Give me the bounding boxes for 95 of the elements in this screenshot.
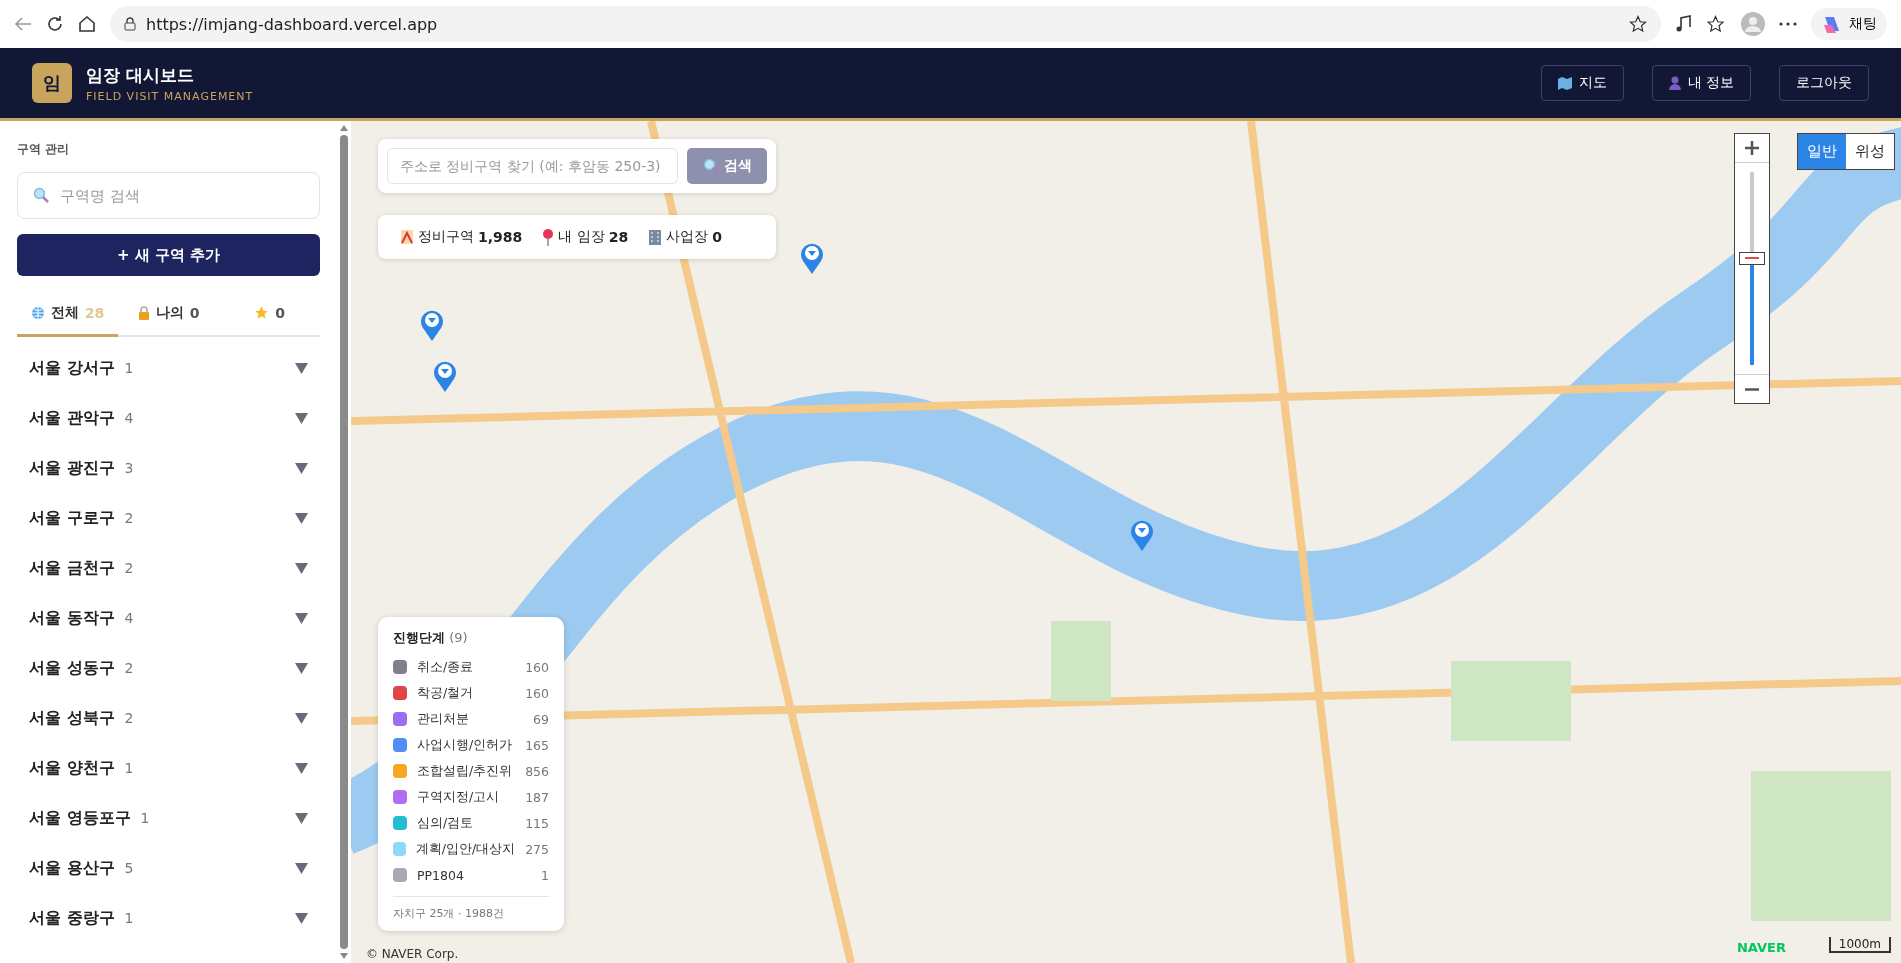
district-row[interactable]: 서울 양천구 1 xyxy=(17,743,320,793)
map-type-tab[interactable]: 일반 xyxy=(1798,134,1846,169)
legend-label: 관리처분 xyxy=(417,710,470,728)
legend-count: 275 xyxy=(525,841,549,857)
map-pin-icon[interactable] xyxy=(420,309,444,341)
legend-count: 1 xyxy=(541,867,549,883)
back-icon[interactable] xyxy=(14,16,32,32)
caret-icon xyxy=(295,612,308,624)
caret-icon xyxy=(295,912,308,924)
address-bar[interactable]: https://imjang-dashboard.vercel.app xyxy=(110,6,1661,42)
legend-title: 진행단계 (9) xyxy=(393,629,469,647)
caret-icon xyxy=(295,812,308,824)
legend-label: 계획/입안/대상지 xyxy=(415,840,516,858)
stat-label: 정비구역 1,988 xyxy=(400,228,523,246)
address-search-field[interactable]: 주소로 정비구역 찾기 (예: 후암동 250-3) xyxy=(387,148,678,184)
search-field[interactable]: 구역명 검색 xyxy=(17,172,320,219)
district-row[interactable]: 서울 성북구 2 xyxy=(17,693,320,743)
scroll-up-icon[interactable] xyxy=(340,125,348,131)
district-row[interactable]: 서울 구로구 2 xyxy=(17,493,320,543)
district-row[interactable]: 서울 영등포구 1 xyxy=(17,793,320,843)
pushpin-icon xyxy=(542,228,555,246)
zoom-handle[interactable] xyxy=(1739,251,1765,265)
caret-icon xyxy=(295,662,308,674)
building-icon xyxy=(648,229,663,245)
globe-icon xyxy=(30,305,45,320)
scroll-down-icon[interactable] xyxy=(340,953,348,959)
legend-count: 69 xyxy=(533,711,549,727)
header-button[interactable]: 로그아웃 xyxy=(1779,65,1869,101)
district-row[interactable]: 서울 관악구 4 xyxy=(17,393,320,443)
app-subtitle: FIELD VISIT MANAGEMENT xyxy=(86,89,255,103)
district-row[interactable]: 서울 광진구 3 xyxy=(17,443,320,493)
construction-icon xyxy=(400,229,414,245)
caret-icon xyxy=(295,562,308,574)
caret-icon xyxy=(295,412,308,424)
district-row[interactable]: 서울 중랑구 1 xyxy=(17,893,320,943)
district-row[interactable]: 서울 금천구 2 xyxy=(17,543,320,593)
caret-icon xyxy=(295,512,308,524)
caret-icon xyxy=(295,362,308,374)
legend-label: 구역지정/고시 xyxy=(417,788,501,806)
lock-icon xyxy=(124,17,136,31)
person-icon xyxy=(1668,76,1681,90)
legend-label: 사업시행/인허가 xyxy=(417,736,514,754)
legend-count: 165 xyxy=(525,737,549,753)
avatar-icon[interactable] xyxy=(1741,12,1765,36)
header-button[interactable]: 내 정보 xyxy=(1651,65,1751,101)
filter-tab[interactable]: 나의 0 xyxy=(118,291,219,337)
section-title: 구역 관리 xyxy=(17,141,71,158)
district-row[interactable]: 서울 성동구 2 xyxy=(17,643,320,693)
plus-icon xyxy=(1745,141,1759,155)
caret-icon xyxy=(295,462,308,474)
legend-label: PP1804 xyxy=(417,867,465,883)
legend-label: 착공/철거 xyxy=(417,684,475,702)
header-button[interactable]: 지도 xyxy=(1540,65,1624,101)
legend-label: 조합설립/추진위 xyxy=(417,762,514,780)
star-icon[interactable] xyxy=(1629,15,1647,33)
star-icon xyxy=(254,305,270,320)
favorites-icon[interactable] xyxy=(1707,15,1727,33)
legend-count: 160 xyxy=(525,659,549,675)
filter-tab[interactable]: 0 xyxy=(219,291,320,337)
chat-button[interactable]: 채팅 xyxy=(1811,8,1887,40)
home-icon[interactable] xyxy=(78,15,96,33)
reload-icon[interactable] xyxy=(46,15,64,33)
legend-count: 187 xyxy=(525,789,549,805)
legend-count: 160 xyxy=(525,685,549,701)
map-type-tab[interactable]: 위성 xyxy=(1846,134,1894,169)
map-icon xyxy=(1557,76,1572,90)
caret-icon xyxy=(295,712,308,724)
caret-icon xyxy=(295,862,308,874)
map-pin-icon[interactable] xyxy=(1130,519,1154,551)
search-icon xyxy=(702,158,719,174)
caret-icon xyxy=(295,762,308,774)
minus-icon xyxy=(1745,387,1759,391)
district-row[interactable]: 서울 강서구 1 xyxy=(17,343,320,393)
legend-label: 심의/검토 xyxy=(417,814,475,832)
stat-label: 사업장 0 xyxy=(648,228,722,246)
legend-count: 856 xyxy=(525,763,549,779)
district-row[interactable]: 서울 용산구 5 xyxy=(17,843,320,893)
map-pin-icon[interactable] xyxy=(433,360,457,392)
legend-footer: 자치구 25개 · 1988건 xyxy=(393,896,549,921)
app-title: 임장 대시보드 xyxy=(86,63,195,87)
stat-label: 내 임장 28 xyxy=(542,228,629,246)
district-row[interactable]: 서울 동작구 4 xyxy=(17,593,320,643)
music-note-icon[interactable] xyxy=(1675,15,1693,33)
map-logo: NAVER xyxy=(1737,940,1786,955)
map-attribution: © NAVER Corp. xyxy=(366,947,459,961)
legend-label: 취소/종료 xyxy=(417,658,475,676)
map-scale: 1000m xyxy=(1828,937,1891,953)
legend-count: 115 xyxy=(525,815,549,831)
add-zone-button[interactable]: + 새 구역 추가 xyxy=(17,234,320,276)
scrollbar-thumb[interactable] xyxy=(340,135,348,949)
logo-badge: 임 xyxy=(32,63,72,103)
more-icon[interactable] xyxy=(1779,22,1797,26)
map-pin-icon[interactable] xyxy=(800,242,824,274)
lock-icon xyxy=(137,305,150,320)
filter-tab[interactable]: 전체 28 xyxy=(17,291,118,337)
